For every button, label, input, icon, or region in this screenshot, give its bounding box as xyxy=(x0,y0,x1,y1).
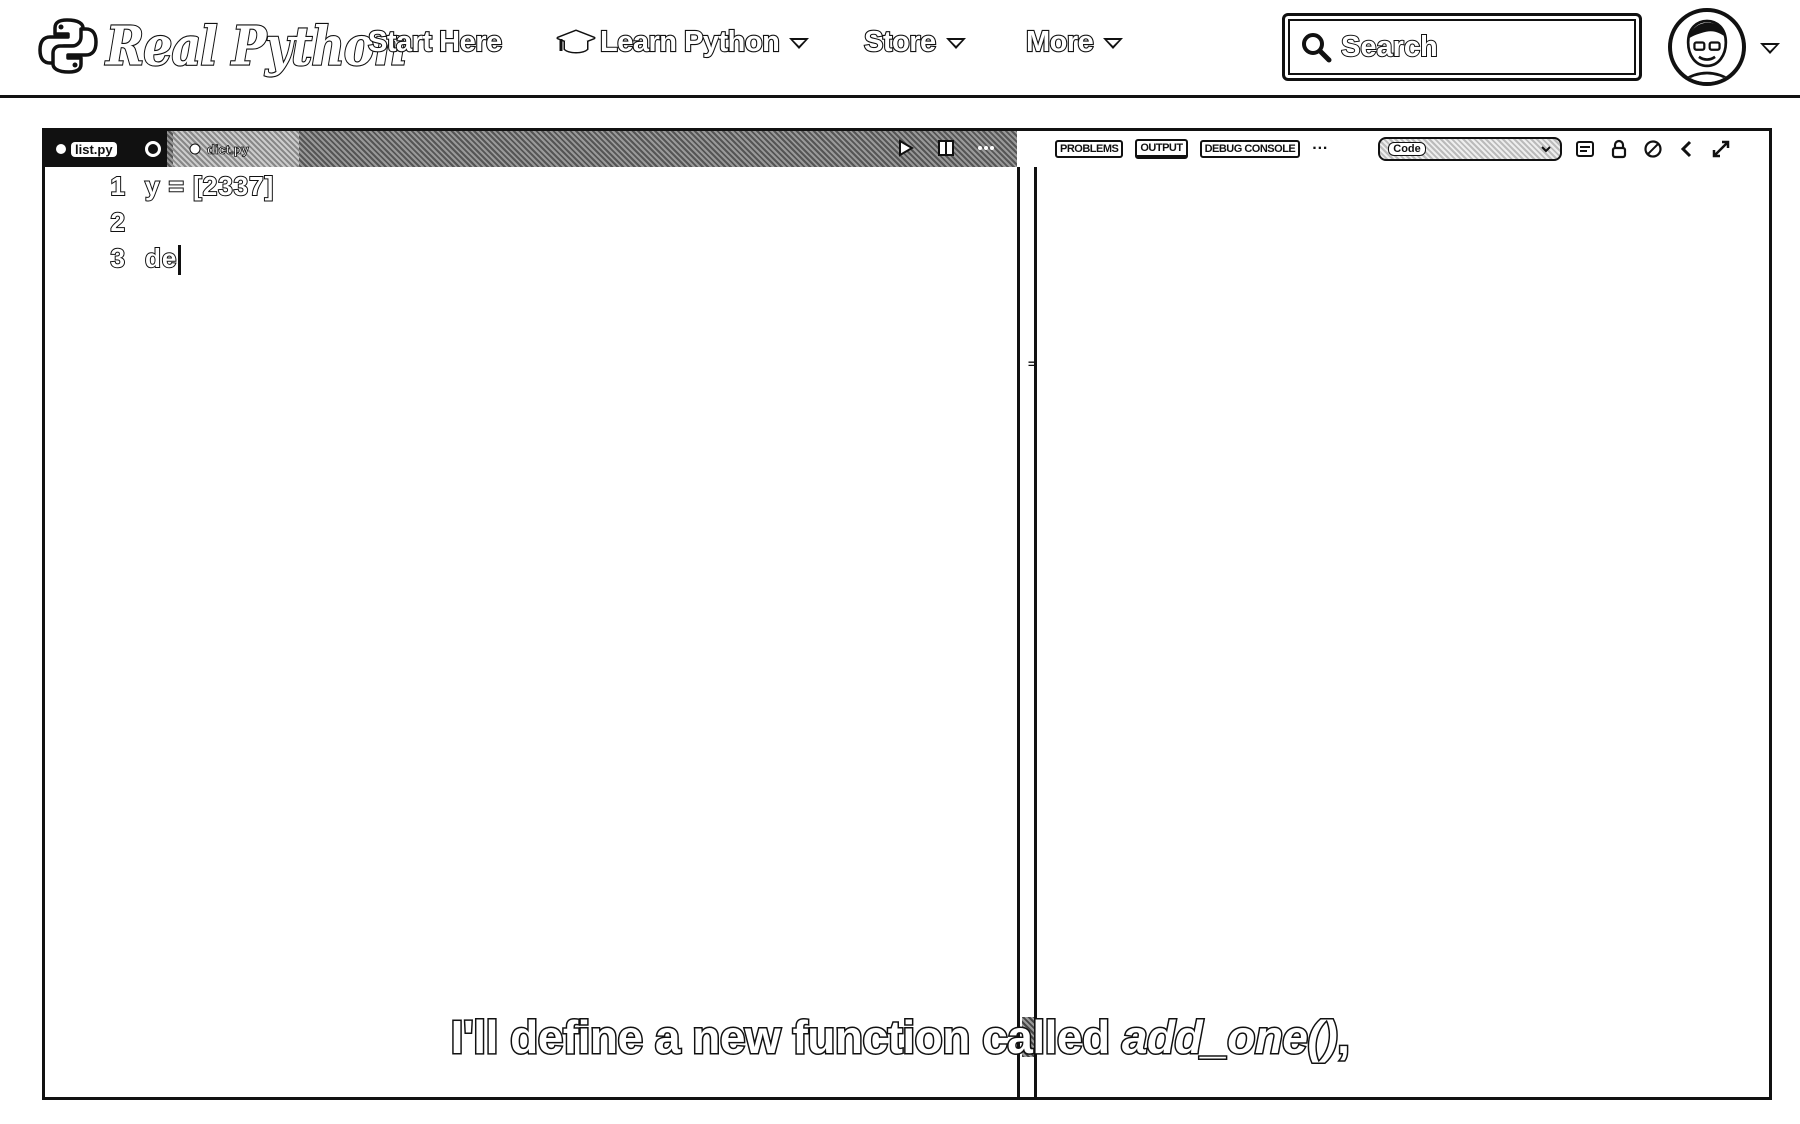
chevron-left-icon[interactable] xyxy=(1676,138,1698,160)
code-line: 3 de xyxy=(45,239,1005,276)
subtitle-code: add_one() xyxy=(1120,1010,1339,1065)
editor-pane: list.py dict.py 1 y = [2337] 2 3 de xyxy=(45,131,1017,1097)
line-number: 2 xyxy=(110,206,126,238)
graduation-cap-icon xyxy=(556,29,596,53)
output-channel-select[interactable]: Code xyxy=(1378,137,1563,161)
nav-start-here[interactable]: Start Here xyxy=(367,25,503,59)
text-cursor xyxy=(178,245,182,276)
line-number: 1 xyxy=(110,170,126,202)
chevron-down-icon xyxy=(1103,38,1124,49)
code-line: 1 y = [2337] xyxy=(45,167,1005,203)
nav-learn-python[interactable]: Learn Python xyxy=(556,25,810,59)
subtitle-text: I'll define a new function called xyxy=(449,1010,1122,1065)
panel-more-icon[interactable]: ··· xyxy=(1312,140,1328,158)
tab-problems[interactable]: PROBLEMS xyxy=(1055,140,1124,158)
split-editor-icon[interactable] xyxy=(933,135,959,161)
avatar-face-icon xyxy=(1680,19,1734,82)
python-logo-icon xyxy=(38,18,98,74)
more-actions-icon[interactable] xyxy=(973,135,999,161)
chevron-down-icon xyxy=(789,38,810,49)
line-number: 3 xyxy=(110,242,126,274)
splitter-grip-icon: = xyxy=(1028,357,1036,371)
nav-more-label: More xyxy=(1025,25,1095,59)
code-editor-window: list.py dict.py 1 y = [2337] 2 3 de = PR… xyxy=(42,128,1772,1100)
subtitle-punct: , xyxy=(1336,1010,1352,1065)
tab-dict-py[interactable]: dict.py xyxy=(173,131,299,167)
maximize-icon[interactable] xyxy=(1710,138,1732,160)
search-input[interactable] xyxy=(1339,29,1613,65)
editor-actions xyxy=(893,135,999,161)
line-content[interactable]: y = [2337] xyxy=(144,170,274,202)
typed-text: de xyxy=(144,242,178,274)
pane-splitter[interactable]: = xyxy=(1017,167,1037,1097)
tab-dict-py-label: dict.py xyxy=(207,141,250,157)
top-navbar: Real Python Start Here Learn Python Stor… xyxy=(0,0,1800,98)
editor-tab-bar: list.py dict.py xyxy=(45,131,1017,167)
lock-icon[interactable] xyxy=(1608,138,1630,160)
chevron-down-icon xyxy=(1760,43,1780,54)
code-line: 2 xyxy=(45,203,1005,239)
clear-output-icon[interactable] xyxy=(1642,138,1664,160)
panel-tab-bar: PROBLEMS OUTPUT DEBUG CONSOLE ··· Code xyxy=(1037,131,1769,167)
nav-store-label: Store xyxy=(863,25,937,59)
user-avatar[interactable] xyxy=(1668,8,1746,86)
chevron-down-icon xyxy=(945,38,966,49)
chevron-down-icon xyxy=(1541,146,1551,153)
python-file-icon xyxy=(189,143,201,155)
run-icon[interactable] xyxy=(893,135,919,161)
line-content-active[interactable]: de xyxy=(144,242,182,276)
nav-start-here-label: Start Here xyxy=(367,25,503,59)
output-panel: PROBLEMS OUTPUT DEBUG CONSOLE ··· Code xyxy=(1037,131,1769,1097)
brand-wordmark: Real Python xyxy=(105,14,408,78)
real-python-logo[interactable]: Real Python xyxy=(36,14,408,78)
nav-learn-python-label: Learn Python xyxy=(599,25,781,59)
search-icon xyxy=(1302,33,1332,63)
unsaved-dot-icon[interactable] xyxy=(145,141,161,157)
account-menu-toggle[interactable] xyxy=(1750,40,1780,58)
python-file-icon xyxy=(56,144,66,154)
nav-more[interactable]: More xyxy=(1025,25,1124,59)
tab-output[interactable]: OUTPUT xyxy=(1135,139,1188,159)
output-channel-value: Code xyxy=(1388,142,1426,156)
nav-store[interactable]: Store xyxy=(863,25,966,59)
code-area[interactable]: 1 y = [2337] 2 3 de xyxy=(45,167,1005,276)
list-filter-icon[interactable] xyxy=(1574,138,1596,160)
video-subtitle: I'll define a new function called add_on… xyxy=(0,1010,1800,1065)
tab-debug-console[interactable]: DEBUG CONSOLE xyxy=(1199,140,1301,158)
search-box[interactable] xyxy=(1282,13,1642,81)
tab-list-py-label: list.py xyxy=(71,141,117,157)
